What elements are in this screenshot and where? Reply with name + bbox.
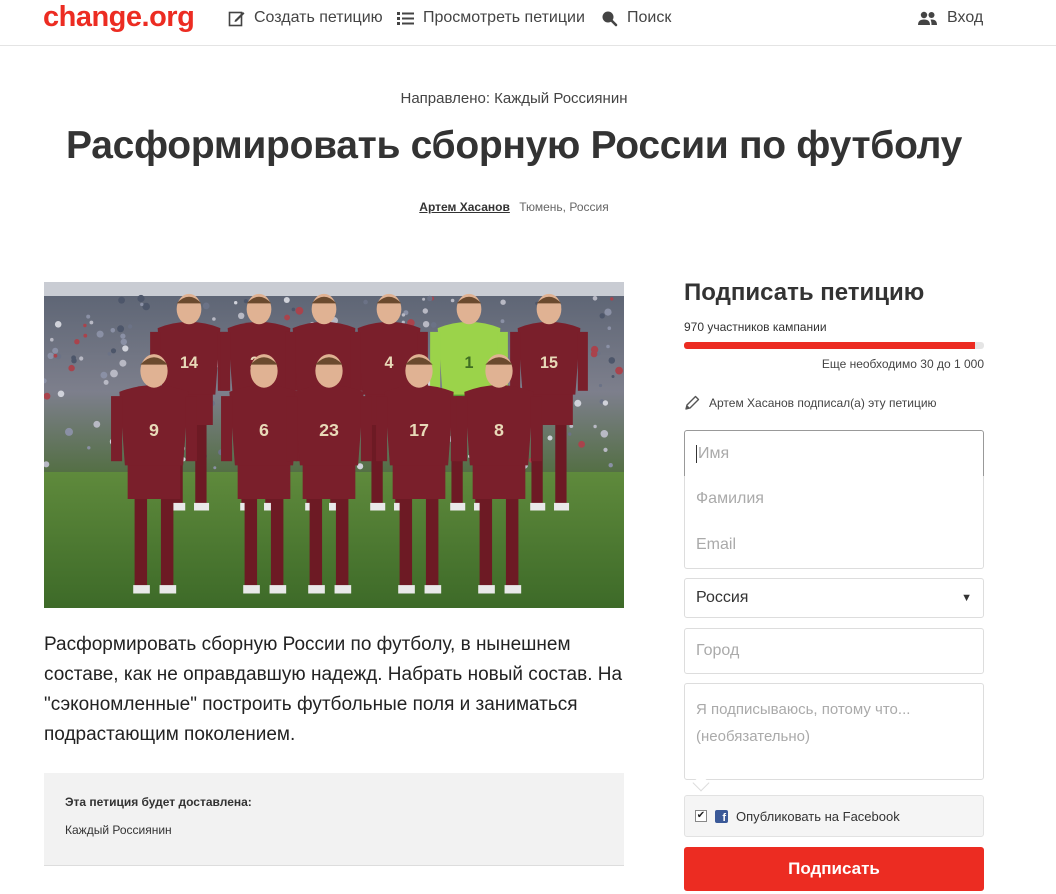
list-icon [397, 11, 414, 25]
delivery-target: Каждый Россиянин [65, 823, 172, 837]
author-link[interactable]: Артем Хасанов [419, 200, 510, 214]
nav-login[interactable]: Вход [918, 8, 983, 28]
text-cursor [696, 444, 697, 463]
last-name-field[interactable]: Фамилия [684, 476, 984, 523]
facebook-label: Опубликовать на Facebook [736, 808, 900, 824]
edit-icon [228, 11, 245, 26]
jersey-number: 17 [409, 420, 429, 440]
facebook-icon: f [715, 809, 728, 824]
recent-signer-note: Артем Хасанов подписал(а) эту петицию [684, 395, 937, 411]
directed-to: Направлено: Каждый Россиянин [400, 90, 628, 107]
nav-create-label: Создать петицию [254, 9, 383, 26]
progress-fill [684, 342, 975, 349]
city-placeholder: Город [696, 642, 740, 659]
nav-create-petition[interactable]: Создать петицию [228, 8, 383, 28]
jersey-number: 15 [540, 354, 558, 372]
delivery-heading: Эта петиция будет доставлена: [65, 795, 252, 809]
top-navigation: change.org Создать петицию Просмотреть п… [0, 0, 1056, 46]
delivery-box: Эта петиция будет доставлена: Каждый Рос… [44, 773, 624, 866]
nav-search[interactable]: Поиск [601, 8, 671, 28]
email-field[interactable]: Email [684, 522, 984, 569]
reason-textarea[interactable]: Я подписываюсь, потому что... (необязате… [684, 683, 984, 780]
country-select[interactable]: Россия ▼ [684, 578, 984, 618]
country-value: Россия [696, 589, 749, 606]
jersey-number: 23 [319, 420, 339, 440]
change-org-logo[interactable]: change.org [43, 0, 195, 34]
nav-browse-label: Просмотреть петиции [423, 9, 585, 26]
progress-bar [684, 342, 984, 349]
pencil-icon [685, 395, 700, 410]
jersey-number: 6 [259, 420, 269, 440]
users-icon [918, 11, 937, 25]
nav-browse-petitions[interactable]: Просмотреть петиции [397, 8, 585, 28]
author-location: Тюмень, Россия [519, 200, 609, 214]
jersey-number: 14 [180, 354, 198, 372]
jersey-number: 1 [465, 354, 474, 372]
sign-button[interactable]: Подписать [684, 847, 984, 891]
petition-description: Расформировать сборную России по футболу… [44, 634, 623, 745]
supporters-count: 970 участников кампании [684, 320, 827, 334]
facebook-checkbox[interactable]: ✔ [695, 810, 707, 822]
sign-heading: Подписать петицию [684, 279, 925, 306]
team-photo-illustration: 142041159623178 [44, 282, 624, 608]
search-icon [602, 11, 618, 26]
recent-signer-text: Артем Хасанов подписал(а) эту петицию [709, 396, 937, 410]
nav-search-label: Поиск [627, 9, 672, 26]
reason-placeholder: Я подписываюсь, потому что... (необязате… [696, 701, 911, 745]
jersey-number: 8 [494, 420, 504, 440]
dropdown-arrow-icon: ▼ [961, 592, 972, 604]
signatures-needed: Еще необходимо 30 до 1 000 [821, 357, 984, 371]
jersey-number: 9 [149, 420, 159, 440]
page-title: Расформировать сборную России по футболу [66, 124, 962, 167]
jersey-number: 4 [385, 354, 394, 372]
first-name-field[interactable]: Имя [684, 430, 984, 477]
email-placeholder: Email [696, 536, 737, 553]
petition-photo: 142041159623178 [44, 282, 624, 608]
last-name-placeholder: Фамилия [696, 490, 764, 507]
facebook-share-option[interactable]: ✔ f Опубликовать на Facebook [684, 795, 984, 837]
author-line: Артем Хасанов Тюмень, Россия [0, 200, 1028, 214]
first-name-placeholder: Имя [698, 444, 730, 462]
nav-login-label: Вход [947, 9, 984, 26]
city-field[interactable]: Город [684, 628, 984, 674]
